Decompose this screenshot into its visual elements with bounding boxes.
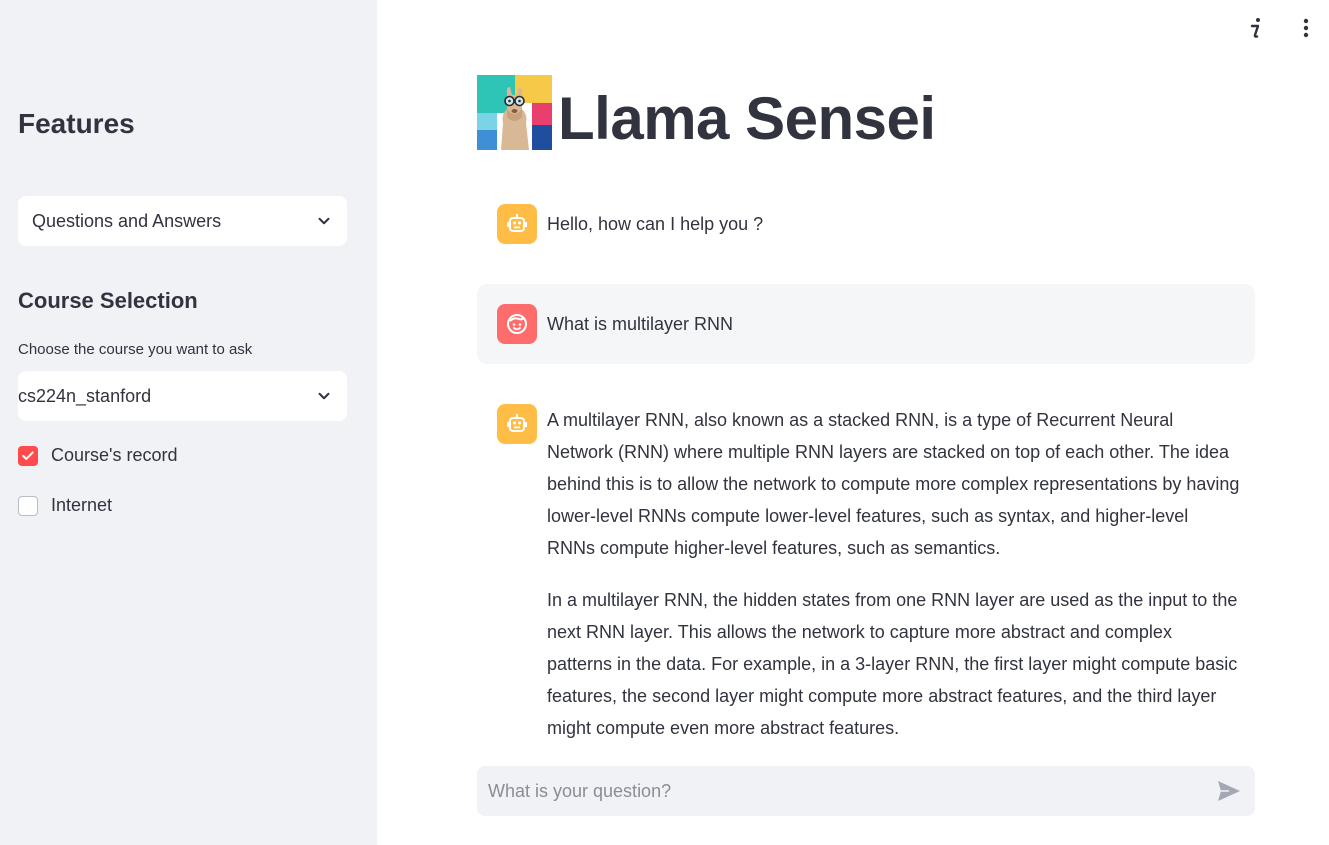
chat-message-user: What is multilayer RNN <box>477 284 1255 364</box>
course-select-value: cs224n_stanford <box>18 385 152 406</box>
message-text: Hello, how can I help you ? <box>547 214 764 234</box>
chat-input[interactable] <box>488 780 1188 802</box>
send-icon[interactable] <box>1217 780 1241 802</box>
checkbox-unchecked-icon <box>18 495 38 516</box>
features-select[interactable]: Questions and Answers <box>18 196 347 246</box>
checkbox-checked-icon <box>18 445 38 466</box>
message-text: What is multilayer RNN <box>547 314 734 334</box>
page-header: Llama Sensei <box>477 75 936 150</box>
smiley-icon <box>497 304 537 344</box>
features-select-value: Questions and Answers <box>32 210 222 231</box>
llama-logo <box>477 75 552 150</box>
info-icon[interactable] <box>1243 15 1269 41</box>
page-title: Llama Sensei <box>558 85 936 152</box>
features-heading: Features <box>18 108 135 139</box>
more-vert-icon[interactable] <box>1293 15 1319 41</box>
message-paragraph: In a multilayer RNN, the hidden states f… <box>547 590 1238 738</box>
message-paragraph: A multilayer RNN, also known as a stacke… <box>547 410 1240 558</box>
chat-input-bar <box>477 766 1255 816</box>
toolbar <box>1243 15 1329 41</box>
course-caption: Choose the course you want to ask <box>18 341 253 358</box>
internet-checkbox[interactable]: Internet <box>18 495 112 516</box>
checkbox-label: Course's record <box>51 445 178 465</box>
message-text: A multilayer RNN, also known as a stacke… <box>547 404 1241 764</box>
course-selection-heading: Course Selection <box>18 288 198 313</box>
course-select[interactable]: cs224n_stanford <box>18 371 347 421</box>
robot-icon <box>497 204 537 244</box>
robot-icon <box>497 404 537 444</box>
chat-message-assistant: Hello, how can I help you ? <box>477 200 1255 250</box>
sidebar: Features Questions and Answers Course Se… <box>0 0 377 845</box>
courses-record-checkbox[interactable]: Course's record <box>18 445 177 466</box>
chat-message-assistant: A multilayer RNN, also known as a stacke… <box>477 400 1255 750</box>
checkbox-label: Internet <box>51 495 113 515</box>
chevron-down-icon <box>318 217 330 225</box>
chevron-down-icon <box>318 392 330 400</box>
